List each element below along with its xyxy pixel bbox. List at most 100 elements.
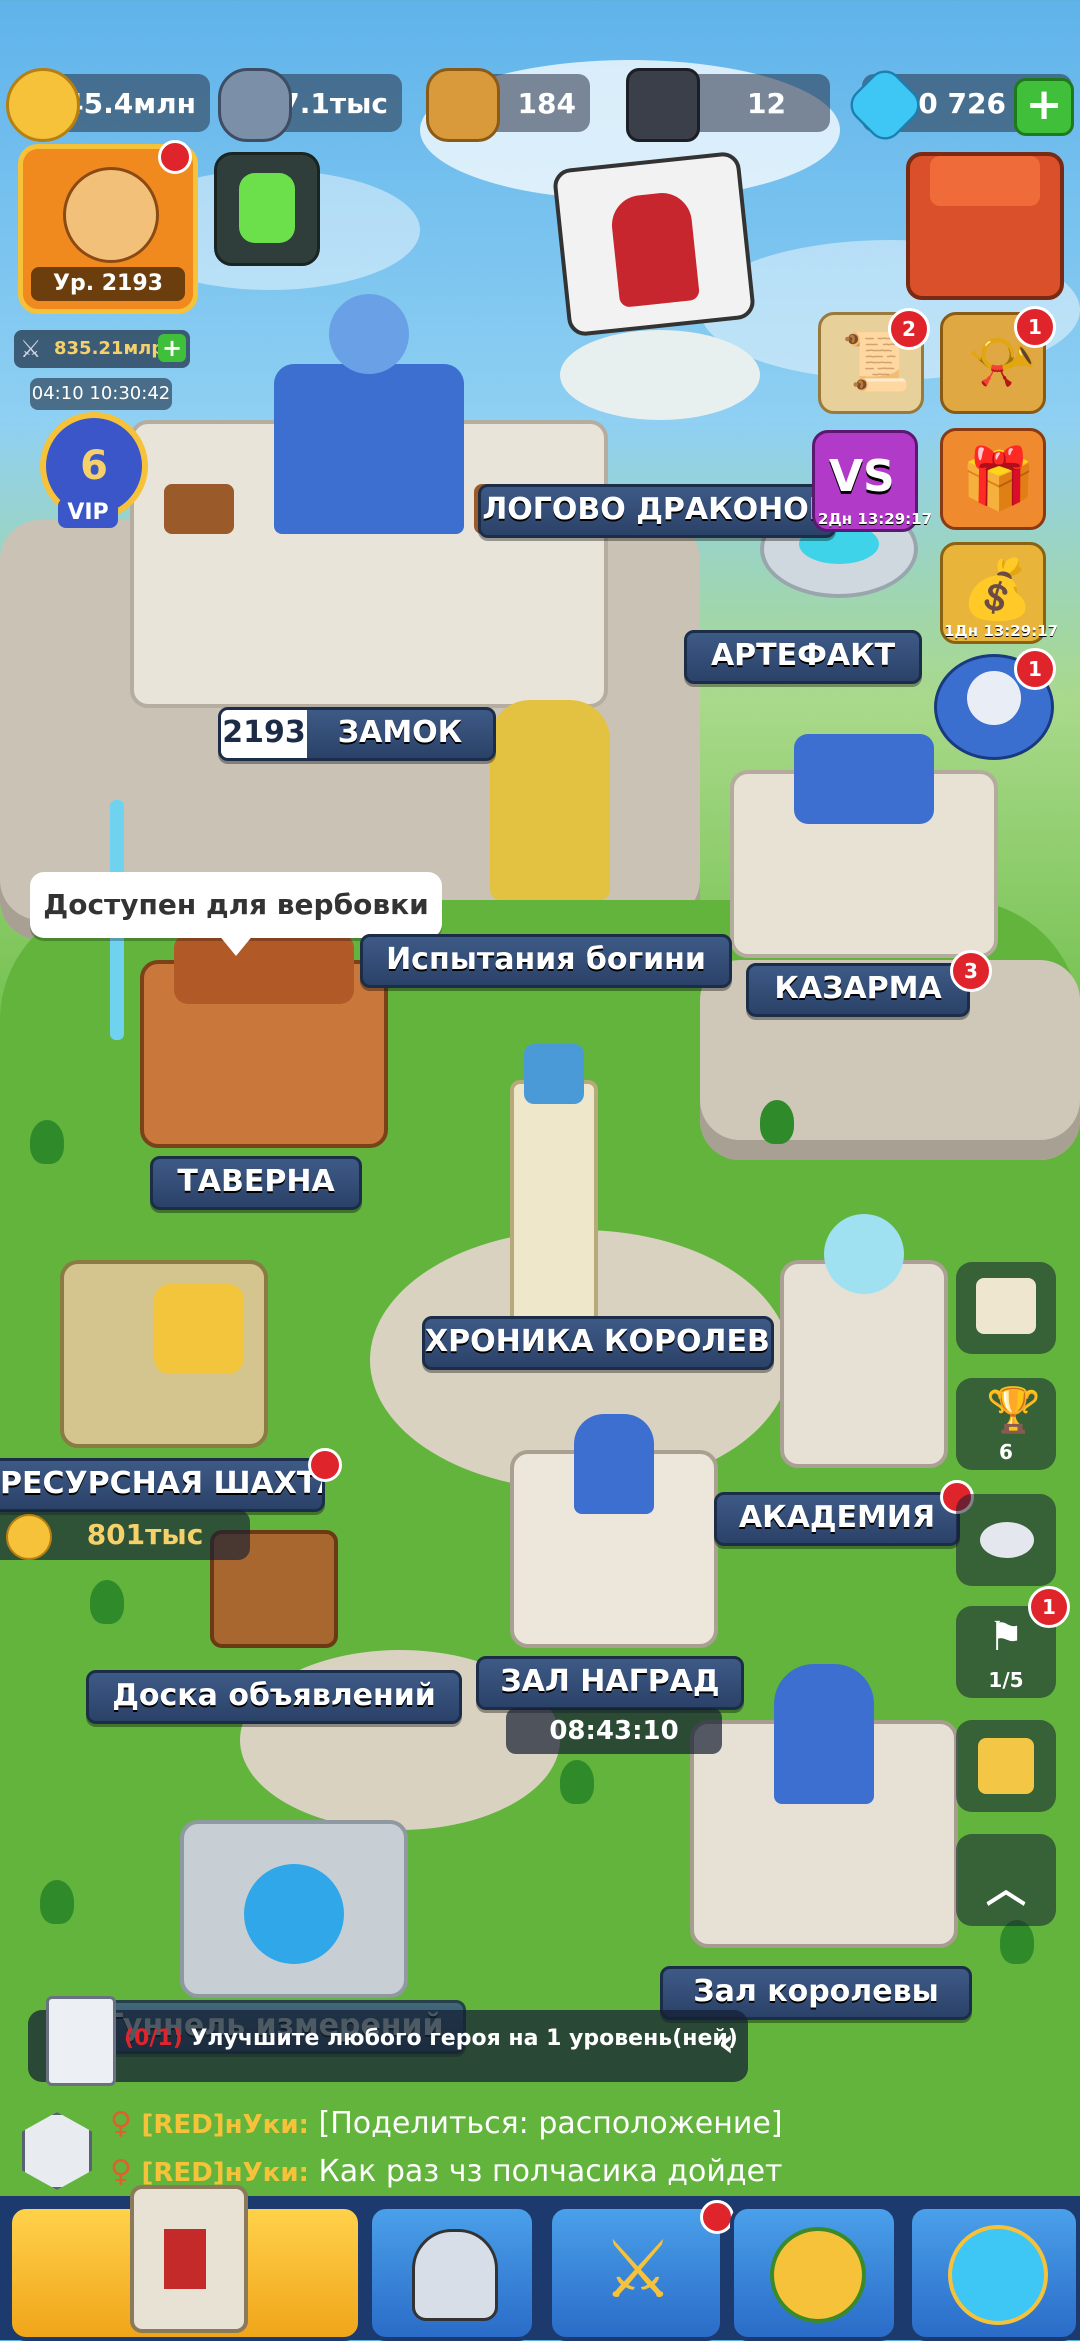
horn-badge: 1 (1014, 306, 1056, 348)
chat-user-2: [RED]нУки: (141, 2158, 309, 2188)
quest-bar[interactable]: (0/1) Улучшите любого героя на 1 уровень… (28, 1996, 748, 2086)
tree (760, 1100, 794, 1144)
nav-alliance[interactable] (730, 2205, 898, 2341)
vip-label: VIP (58, 498, 118, 528)
label-barracks[interactable]: КАЗАРМА (746, 963, 970, 1017)
collapse-menu-button[interactable]: ︿ (956, 1834, 1056, 1926)
map-button[interactable] (956, 1262, 1056, 1354)
hero-face-icon (63, 167, 159, 263)
nav-world[interactable] (908, 2205, 1080, 2341)
chat-msg-2: Как раз чз полчасика дойдет (318, 2154, 783, 2189)
nav-battle[interactable]: ⚔ (548, 2205, 724, 2341)
quest-progress: (0/1) (124, 2026, 183, 2051)
crossed-swords-nav-icon: ⚔ (602, 2223, 674, 2316)
trophy-button[interactable]: 🏆 6 (956, 1378, 1056, 1470)
stone-resource[interactable]: 7.1тыс (218, 68, 402, 142)
iron-amount: 12 (747, 86, 786, 120)
banner-icon (164, 2229, 206, 2289)
reward-hall-building[interactable] (510, 1414, 718, 1648)
power-bar[interactable]: ⚔ 835.21млрд + (14, 330, 190, 368)
queen-hall-building[interactable] (690, 1664, 958, 1948)
reward-hall-timer: 08:43:10 (506, 1708, 722, 1754)
wood-resource[interactable]: 184 (426, 68, 590, 142)
label-chronicle[interactable]: ХРОНИКА КОРОЛЕВСТ (422, 1316, 774, 1370)
chevron-left-icon[interactable]: ‹ (718, 2020, 734, 2066)
castle-building[interactable] (130, 294, 608, 708)
battle-notification-dot (700, 2200, 734, 2234)
tree (90, 1580, 124, 1624)
castle-tower-icon (130, 2185, 248, 2333)
shop-awning-icon (930, 156, 1040, 206)
support-robot-icon (239, 173, 295, 243)
chest-icon: 💰 (961, 555, 1034, 623)
label-academy[interactable]: АКАДЕМИЯ (714, 1492, 960, 1546)
quest-text: Улучшите любого героя на 1 уровень(ней) (190, 2026, 738, 2051)
label-goddess-trials[interactable]: Испытания богини (360, 934, 732, 988)
barracks-badge: 3 (950, 950, 992, 992)
vs-timer: 2Дн 13:29:17 (818, 510, 933, 528)
chest-timer: 1Дн 13:29:17 (944, 622, 1059, 640)
goddess-statue[interactable] (490, 700, 610, 900)
label-tavern[interactable]: ТАВЕРНА (150, 1156, 362, 1210)
hat-badge: 1 (1014, 648, 1056, 690)
label-notice-board[interactable]: Доска объявлений (86, 1670, 462, 1724)
mine-amount[interactable]: 801тыс (0, 1510, 250, 1560)
resource-mine-building[interactable] (60, 1260, 268, 1448)
shop-button[interactable] (906, 152, 1064, 300)
quest-clipboard-icon (46, 1996, 116, 2086)
dragon-lair-building[interactable] (551, 150, 757, 338)
scroll-badge: 2 (888, 308, 930, 350)
chat-line-1[interactable]: ♀ [RED]нУки: [Поделиться: расположение] (110, 2106, 783, 2141)
label-resource-mine[interactable]: РЕСУРСНАЯ ШАХТА (0, 1458, 325, 1512)
chevron-up-icon: ︿ (986, 1866, 1026, 1912)
mine-amount-value: 801тыс (86, 1518, 204, 1551)
nav-heroes[interactable] (368, 2205, 536, 2341)
vip-badge[interactable]: 6 VIP (18, 412, 158, 532)
globe-icon (948, 2225, 1048, 2325)
gold-icon (6, 1514, 52, 1560)
barracks-building[interactable] (730, 734, 998, 958)
wood-log-icon (426, 68, 500, 142)
gift-box-icon: 🎁 (961, 444, 1036, 514)
market-stall-icon (978, 1738, 1034, 1794)
chat-user-1: [RED]нУки: (141, 2110, 309, 2140)
market-stall-button[interactable] (956, 1720, 1056, 1812)
crossed-swords-icon: ⚔ (20, 335, 42, 363)
label-artifact[interactable]: АРТЕФАКТ (684, 630, 922, 684)
gift-pack-button[interactable]: 🎁 (940, 428, 1046, 530)
castle-level: 2193 (221, 710, 307, 758)
nav-castle[interactable] (8, 2185, 362, 2341)
iron-resource[interactable]: 12 (626, 68, 830, 142)
support-button[interactable] (214, 152, 320, 266)
trophy-count: 6 (999, 1440, 1013, 1464)
ghost-icon (980, 1522, 1034, 1558)
label-dragon-lair[interactable]: ЛОГОВО ДРАКОНОВ (478, 484, 836, 538)
stone-icon (218, 68, 292, 142)
tree (560, 1760, 594, 1804)
gold-coin-icon (6, 68, 80, 142)
gold-resource[interactable]: 445.4млн (6, 68, 210, 142)
flag-progress: 1/5 (988, 1668, 1024, 1692)
server-datetime: 04:10 10:30:42 (30, 378, 172, 410)
iron-ingot-icon (626, 68, 700, 142)
sleep-ghost-button[interactable] (956, 1494, 1056, 1586)
tree (40, 1880, 74, 1924)
academy-building[interactable] (780, 1214, 948, 1468)
tunnel-building[interactable] (180, 1820, 408, 1998)
trophy-icon: 🏆 (986, 1385, 1041, 1436)
world-map-icon (976, 1278, 1036, 1334)
tooltip-arrow (218, 934, 254, 956)
dragon-lair-base (560, 330, 760, 420)
chat-line-2[interactable]: ♀ [RED]нУки: Как раз чз полчасика дойдет (110, 2154, 783, 2189)
laurel-tower-icon (770, 2227, 866, 2323)
diamond-icon (843, 63, 927, 147)
tree (1000, 1920, 1034, 1964)
add-gems-button[interactable]: + (1014, 78, 1074, 136)
white-flag-icon: ⚑ (988, 1614, 1024, 1660)
player-level: Ур. 2193 (31, 267, 185, 301)
chronicle-tower[interactable] (510, 1044, 598, 1328)
tavern-building[interactable] (140, 934, 388, 1148)
snowball-hat-icon (967, 671, 1021, 725)
label-reward-hall[interactable]: ЗАЛ НАГРАД (476, 1656, 744, 1710)
label-castle[interactable]: 2193 ЗАМОК (218, 707, 496, 761)
